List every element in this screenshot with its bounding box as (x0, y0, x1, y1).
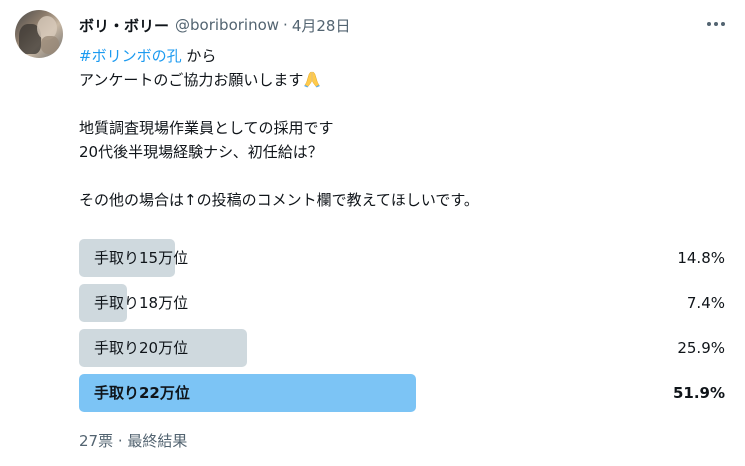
tweet-line: #ボリンボの孔 から (79, 44, 719, 68)
tweet-text-segment: 地質調査現場作業員としての採用です (79, 119, 334, 137)
poll-option-label: 手取り20万位 (94, 339, 189, 357)
tweet-text-segment: 20代後半現場経験ナシ、初任給は？ (79, 143, 323, 161)
tweet-line: アンケートのご協力お願いします (79, 68, 719, 92)
tweet-text: #ボリンボの孔 から アンケートのご協力お願いします 地質調査現場作業員としての… (79, 44, 719, 212)
poll-option-winner: 手取り22万位 51.9% (79, 374, 729, 412)
line-spacer (79, 164, 719, 188)
tweet-line: 20代後半現場経験ナシ、初任給は？ (79, 140, 719, 164)
author-handle[interactable]: @boriborinow (175, 16, 279, 34)
tweet-line: その他の場合は↑の投稿のコメント欄で教えてほしいです。 (79, 188, 719, 212)
poll-option: 手取り20万位 25.9% (79, 329, 729, 367)
poll-option: 手取り15万位 14.8% (79, 239, 729, 277)
avatar-shape (41, 36, 59, 54)
poll-option-label: 手取り18万位 (94, 294, 189, 312)
tweet-text-segment: アンケートのご協力お願いします (79, 71, 304, 89)
poll-option-label: 手取り22万位 (94, 384, 190, 402)
tweet-text-segment: から (181, 47, 217, 65)
tweet-date[interactable]: 4月28日 (292, 15, 351, 36)
avatar[interactable] (15, 10, 63, 58)
hashtag-link[interactable]: #ボリンボの孔 (79, 47, 182, 65)
tweet-text-segment: その他の場合は↑の投稿のコメント欄で教えてほしいです。 (79, 191, 479, 209)
line-spacer (79, 92, 719, 116)
poll-option-percent: 7.4% (686, 294, 725, 312)
poll-option-percent: 25.9% (677, 339, 725, 357)
poll: 手取り15万位 14.8% 手取り18万位 7.4% 手取り20万位 25.9%… (79, 239, 729, 419)
more-options-icon[interactable] (701, 12, 731, 36)
poll-option-percent: 14.8% (677, 249, 725, 267)
author-name[interactable]: ボリ・ボリー (79, 15, 169, 36)
folded-hands-icon (304, 71, 321, 88)
poll-footer: 27票 · 最終結果 (79, 432, 188, 450)
poll-option: 手取り18万位 7.4% (79, 284, 729, 322)
tweet-header: ボリ・ボリー @boriborinow · 4月28日 (79, 13, 350, 37)
tweet-line: 地質調査現場作業員としての採用です (79, 116, 719, 140)
separator-dot: · (283, 16, 288, 34)
poll-option-label: 手取り15万位 (94, 249, 189, 267)
poll-option-percent: 51.9% (672, 384, 725, 402)
